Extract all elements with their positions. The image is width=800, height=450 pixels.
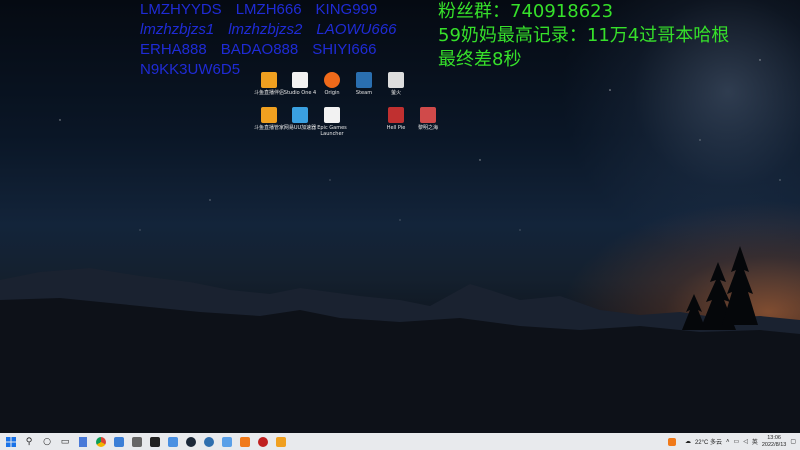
uu-accelerator-icon — [292, 107, 308, 123]
pine-trees — [682, 246, 758, 330]
search-icon[interactable]: ⚲ — [22, 436, 36, 448]
code-text: lmzhzbjzs2 — [228, 21, 303, 38]
app-icon[interactable] — [256, 436, 270, 448]
desktop-icon-label: 萤火 — [390, 90, 401, 96]
app-icon[interactable] — [166, 436, 180, 448]
desktop-icon-douyu-manager[interactable]: 斗鱼直播管家 — [252, 107, 286, 131]
app-icon[interactable] — [274, 436, 288, 448]
desktop-icon-douyu-companion[interactable]: 斗鱼直播伴侣 — [252, 72, 286, 96]
studio-one-icon — [292, 72, 308, 88]
system-tray: ☁ 22°C 多云 ˄ ▭ ◁ 英 13:06 2022/8/13 ▢ — [663, 433, 800, 450]
code-text: LMZH666 — [235, 1, 302, 18]
weather-icon[interactable]: ☁ — [685, 438, 691, 445]
tray-app-icon[interactable] — [665, 436, 679, 448]
dawn-sea-icon — [420, 107, 436, 123]
desktop-icon-hell-pie[interactable]: Hell Pie — [379, 107, 413, 131]
desktop-icon-label: Epic Games Launcher — [317, 125, 347, 137]
douyu-icon — [261, 72, 277, 88]
epic-games-icon — [324, 107, 340, 123]
stream-info-overlay: 粉丝群：740918623 59奶妈最高记录：11万4过哥本哈根 最终差8秒 — [438, 0, 729, 72]
desktop-icon-label: Steam — [355, 90, 373, 96]
code-row: ERHA888 BADAO888 SHIYI666 — [140, 40, 440, 60]
desktop-icon-label: Studio One 4 — [283, 90, 317, 96]
code-text: LMZHYYDS — [140, 1, 222, 18]
clock-time: 13:06 — [767, 434, 781, 441]
app-icon[interactable] — [148, 436, 162, 448]
desktop-icon-label: 斗鱼直播管家 — [253, 125, 284, 131]
desktop-icon-origin[interactable]: Origin — [315, 72, 349, 96]
ime-icon[interactable]: 英 — [752, 437, 758, 446]
steam-icon — [356, 72, 372, 88]
origin-icon — [324, 72, 340, 88]
notification-icon[interactable]: ▢ — [790, 438, 796, 445]
clock[interactable]: 13:06 2022/8/13 — [762, 435, 786, 449]
app-icon[interactable] — [130, 436, 144, 448]
desktop-icon-dawn-sea[interactable]: 黎明之海 — [411, 107, 445, 131]
desktop-icon-label: 黎明之海 — [417, 125, 438, 131]
fan-group-line: 粉丝群：740918623 — [438, 1, 614, 22]
clock-date: 2022/8/13 — [761, 441, 787, 448]
cortana-icon[interactable]: ○ — [40, 436, 54, 448]
notepad-icon[interactable] — [76, 436, 90, 448]
code-text: SHIYI666 — [312, 41, 377, 58]
code-text: LAOWU666 — [316, 21, 397, 38]
code-text: BADAO888 — [220, 41, 299, 58]
app-icon[interactable] — [238, 436, 252, 448]
record-line: 59奶妈最高记录：11万4过哥本哈根 — [438, 25, 730, 46]
hell-pie-icon — [388, 107, 404, 123]
app-icon[interactable] — [112, 436, 126, 448]
desktop-icon-studio-one[interactable]: Studio One 4 — [283, 72, 317, 96]
chrome-icon[interactable] — [94, 436, 108, 448]
desktop-icon-label: Hell Pie — [386, 125, 406, 131]
chevron-up-icon[interactable]: ˄ — [726, 439, 730, 445]
viewer-code-list: LMZHYYDS LMZH666 KING999 lmzhzbjzs1 lmzh… — [140, 0, 440, 80]
desktop-icon-epic-games[interactable]: Epic Games Launcher — [315, 107, 349, 137]
desktop-icon-yinghuo[interactable]: 萤火 — [379, 72, 413, 96]
record-diff-line: 最终差8秒 — [438, 49, 522, 70]
yinghuo-icon — [388, 72, 404, 88]
volume-icon[interactable]: ◁ — [743, 438, 748, 445]
steam-icon[interactable] — [184, 436, 198, 448]
code-text: N9KK3UW6D5 — [140, 61, 241, 78]
code-row: LMZHYYDS LMZH666 KING999 — [140, 0, 440, 20]
desktop-icon-label: 斗鱼直播伴侣 — [253, 90, 284, 96]
taskbar: ⚲ ○ ▭ ☁ 22°C 多云 ˄ ▭ ◁ 英 13:06 2022/8/13 … — [0, 433, 800, 450]
code-text: KING999 — [315, 1, 378, 18]
app-icon[interactable] — [202, 436, 216, 448]
desktop-icon-label: 网易UU加速器 — [283, 125, 317, 131]
code-text: ERHA888 — [140, 41, 207, 58]
code-row: lmzhzbjzs1 lmzhzbjzs2 LAOWU666 — [140, 20, 440, 40]
code-text: lmzhzbjzs1 — [140, 21, 215, 38]
desktop-icon-steam[interactable]: Steam — [347, 72, 381, 96]
desktop-icon-uu-accelerator[interactable]: 网易UU加速器 — [283, 107, 317, 131]
task-view-icon[interactable]: ▭ — [58, 436, 72, 448]
network-icon[interactable]: ▭ — [734, 438, 740, 445]
douyu-icon — [261, 107, 277, 123]
weather-text[interactable]: 22°C 多云 — [695, 437, 722, 446]
app-icon[interactable] — [220, 436, 234, 448]
desktop-icon-label: Origin — [324, 90, 340, 96]
windows-logo-icon[interactable] — [4, 436, 18, 448]
